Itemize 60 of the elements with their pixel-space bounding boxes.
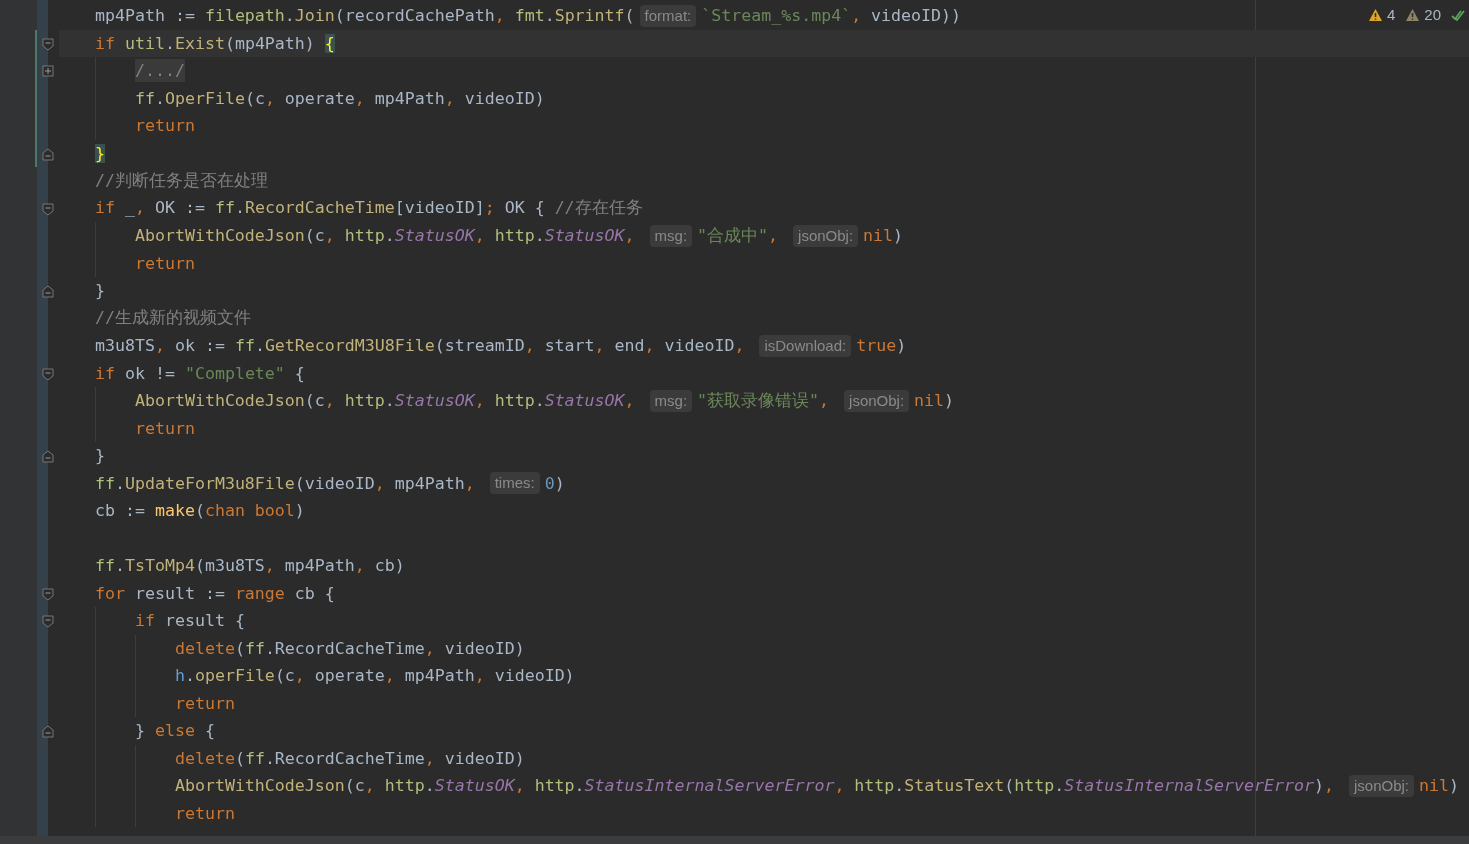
code-text: "合成中", [697,224,780,247]
code-text: ff.OperFile(c, operate, mp4Path, videoID) [134,88,545,108]
code-text: } [95,143,105,163]
code-text: if result { [134,611,245,631]
code-text: AbortWithCodeJson(c, http.StatusOK, http.StatusOK, [134,391,636,411]
code-text: true) [856,336,907,356]
code-text: delete(ff.RecordCacheTime, videoID) [174,638,525,658]
code-text: cb := make(chan bool) [95,501,305,521]
collapse-icon[interactable] [42,202,54,216]
parameter-hint: jsonObj: [1348,774,1414,797]
parameter-hint: jsonObj: [793,224,859,247]
code-text: h.operFile(c, operate, mp4Path, videoID) [174,666,575,686]
fold-end-icon[interactable] [42,725,54,738]
weak-warning-count: 20 [1424,6,1441,23]
parameter-hint: msg: [649,389,693,412]
expand-icon[interactable] [42,65,54,78]
collapse-icon[interactable] [42,587,54,601]
code-text: AbortWithCodeJson(c, http.StatusOK, http.StatusInternalServerError, http.StatusText(http.StatusInternalServerError), [174,776,1335,796]
code-text: for result := range cb { [95,583,335,603]
warning-icon[interactable] [1367,7,1383,22]
folded-code[interactable]: /.../ [134,59,185,83]
code-text: nil) [863,226,904,246]
weak-warning-icon[interactable] [1405,7,1421,22]
code-text: return [174,803,235,823]
fold-end-icon[interactable] [42,147,54,161]
code-text: if _, OK := ff.RecordCacheTime[videoID]; OK { //存在任务 [95,197,643,220]
collapse-icon[interactable] [42,367,54,381]
code-text: 0) [544,473,565,493]
collapse-icon[interactable] [42,615,54,628]
code-text: return [134,253,195,273]
code-text: delete(ff.RecordCacheTime, videoID) [174,748,525,768]
code-text: `Stream_%s.mp4`, videoID)) [701,6,962,26]
code-text: return [174,693,235,713]
code-text: if ok != "Complete" { [95,363,305,383]
code-text: if util.Exist(mp4Path) { [95,33,335,53]
parameter-hint: isDownload: [759,334,852,357]
code-text: nil) [1419,776,1459,796]
code-text: //生成新的视频文件 [95,307,251,330]
code-text: nil) [914,391,955,411]
code-text: } [95,281,105,301]
parameter-hint: jsonObj: [844,389,910,412]
parameter-hint: format: [639,4,697,27]
parameter-hint: msg: [649,224,693,247]
code-text: return [134,418,195,438]
code-text: ff.TsToMp4(m3u8TS, mp4Path, cb) [95,556,405,576]
horizontal-scrollbar[interactable] [0,836,1469,844]
code-text: return [134,116,195,136]
code-text: AbortWithCodeJson(c, http.StatusOK, http.StatusOK, [134,226,636,246]
code-text: m3u8TS, ok := ff.GetRecordM3U8File(streamID, start, end, videoID, [95,336,746,356]
warning-count: 4 [1386,6,1396,23]
collapse-icon[interactable] [42,37,54,51]
code-text: } [95,446,105,466]
code-text: } else { [134,721,215,741]
fold-end-icon[interactable] [42,450,54,463]
code-text: //判断任务是否在处理 [95,169,268,192]
code-text: "获取录像错误", [697,389,831,412]
fold-end-icon[interactable] [42,285,54,298]
code-text: mp4Path := filepath.Join(recordCachePath, fmt.Sprintf( [95,6,635,26]
parameter-hint: times: [489,472,540,495]
code-text: ff.UpdateForM3u8File(videoID, mp4Path, [95,473,476,493]
